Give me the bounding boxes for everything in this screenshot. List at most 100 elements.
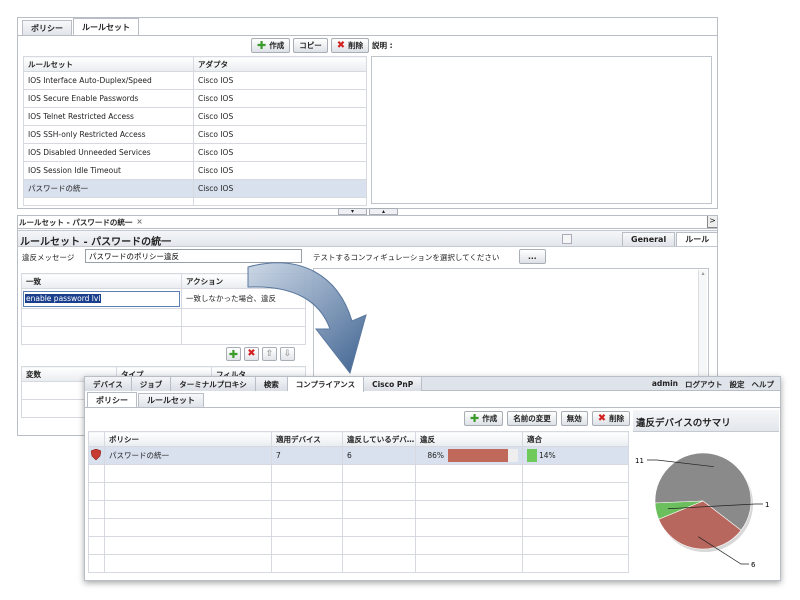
col-action[interactable]: アクション — [181, 273, 306, 289]
logout-link[interactable]: ログアウト — [685, 379, 723, 390]
add-icon[interactable]: ✚ — [226, 347, 241, 361]
empty-cell[interactable] — [271, 536, 343, 555]
table-row[interactable] — [88, 482, 629, 501]
table-row[interactable] — [23, 197, 367, 206]
table-row[interactable] — [88, 500, 629, 519]
splitter-handle[interactable]: ▾ ▴ — [338, 208, 398, 215]
help-link[interactable]: ヘルプ — [752, 379, 775, 390]
rename-button[interactable]: 名前の変更 — [507, 411, 557, 426]
move-up-icon[interactable]: ⇧ — [262, 347, 277, 361]
expand-arrow-icon[interactable]: > — [707, 215, 718, 228]
close-icon[interactable]: × — [136, 217, 142, 228]
main-tab[interactable]: ジョブ — [131, 377, 172, 391]
user-admin-link[interactable]: admin — [652, 379, 678, 390]
empty-cell[interactable] — [415, 554, 523, 573]
empty-cell[interactable] — [104, 518, 272, 537]
empty-cell[interactable] — [193, 197, 367, 206]
table-row[interactable] — [88, 554, 629, 573]
empty-cell[interactable] — [342, 482, 416, 501]
empty-cell[interactable] — [271, 464, 343, 483]
col-compliant[interactable]: 適合 — [522, 431, 629, 447]
empty-cell[interactable] — [415, 482, 523, 501]
delete-button[interactable]: ✖ 削除 — [330, 38, 370, 53]
match-empty-row[interactable] — [21, 326, 182, 345]
empty-cell[interactable] — [522, 536, 629, 555]
subtab-ruleset[interactable]: ルールセット — [138, 393, 204, 407]
ruleset-name-cell[interactable]: パスワードの統一 — [23, 179, 194, 198]
empty-cell[interactable] — [415, 464, 523, 483]
empty-cell[interactable] — [342, 518, 416, 537]
table-row[interactable]: IOS Telnet Restricted Access Cisco IOS — [23, 107, 367, 126]
disable-button[interactable]: 無効 — [560, 411, 588, 426]
adapter-cell[interactable]: Cisco IOS — [193, 71, 367, 90]
main-tab[interactable]: 検索 — [255, 377, 288, 391]
description-textarea[interactable] — [371, 56, 712, 204]
action-cell[interactable]: 一致しなかった場合、違反 — [181, 288, 306, 309]
empty-cell[interactable] — [415, 536, 523, 555]
col-ruleset[interactable]: ルールセット — [23, 56, 194, 72]
collapse-up-icon[interactable]: ▴ — [369, 208, 398, 215]
ruleset-name-cell[interactable]: IOS Interface Auto-Duplex/Speed — [23, 71, 194, 90]
col-adapter[interactable]: アダプタ — [193, 56, 367, 72]
ruleset-name-cell[interactable]: IOS Secure Enable Passwords — [23, 89, 194, 108]
tab-rules[interactable]: ルール — [676, 232, 719, 246]
adapter-cell[interactable]: Cisco IOS — [193, 161, 367, 180]
empty-cell[interactable] — [271, 500, 343, 519]
tab-policy[interactable]: ポリシー — [22, 20, 72, 36]
empty-cell[interactable] — [522, 518, 629, 537]
table-row[interactable]: パスワードの統一 7 6 86% 14% — [88, 446, 629, 465]
empty-cell[interactable] — [342, 554, 416, 573]
ruleset-name-cell[interactable]: IOS Session Idle Timeout — [23, 161, 194, 180]
empty-cell[interactable] — [271, 518, 343, 537]
empty-cell[interactable] — [23, 197, 194, 206]
empty-cell[interactable] — [342, 500, 416, 519]
empty-cell[interactable] — [271, 482, 343, 501]
empty-cell[interactable] — [88, 518, 105, 537]
empty-cell[interactable] — [88, 482, 105, 501]
col-violation[interactable]: 違反 — [415, 431, 523, 447]
action-empty-cell[interactable] — [181, 308, 306, 327]
tab-general[interactable]: General — [622, 232, 676, 246]
empty-cell[interactable] — [104, 464, 272, 483]
select-config-button[interactable]: ... — [519, 249, 546, 264]
table-row[interactable]: IOS Secure Enable Passwords Cisco IOS — [23, 89, 367, 108]
adapter-cell[interactable]: Cisco IOS — [193, 143, 367, 162]
policy-name[interactable]: パスワードの統一 — [104, 446, 272, 465]
table-row[interactable]: IOS SSH-only Restricted Access Cisco IOS — [23, 125, 367, 144]
table-row[interactable] — [88, 518, 629, 537]
main-tab[interactable]: Cisco PnP — [364, 377, 423, 391]
empty-cell[interactable] — [522, 500, 629, 519]
copy-button[interactable]: コピー — [293, 38, 328, 53]
col-applied-devices[interactable]: 適用デバイス — [271, 431, 343, 447]
adapter-cell[interactable]: Cisco IOS — [193, 179, 367, 198]
empty-cell[interactable] — [104, 482, 272, 501]
ruleset-name-cell[interactable]: IOS Disabled Unneeded Services — [23, 143, 194, 162]
move-down-icon[interactable]: ⇩ — [280, 347, 295, 361]
main-tab[interactable]: デバイス — [85, 377, 132, 391]
delete-policy-button[interactable]: ✖ 削除 — [591, 411, 631, 426]
empty-cell[interactable] — [522, 554, 629, 573]
main-tab[interactable]: ターミナルプロキシ — [171, 377, 256, 391]
adapter-cell[interactable]: Cisco IOS — [193, 107, 367, 126]
empty-cell[interactable] — [88, 500, 105, 519]
col-violating-devices[interactable]: 違反しているデバ… — [342, 431, 416, 447]
match-input[interactable]: enable password lvl — [23, 290, 180, 307]
empty-cell[interactable] — [104, 554, 272, 573]
adapter-cell[interactable]: Cisco IOS — [193, 125, 367, 144]
empty-cell[interactable] — [88, 536, 105, 555]
doc-tab[interactable]: ルールセット - パスワードの統一 × — [19, 217, 143, 228]
tab-ruleset[interactable]: ルールセット — [73, 18, 139, 36]
subtab-policy[interactable]: ポリシー — [87, 392, 137, 407]
create-button[interactable]: ✚ 作成 — [251, 38, 291, 53]
settings-link[interactable]: 設定 — [730, 379, 745, 390]
ruleset-name-cell[interactable]: IOS SSH-only Restricted Access — [23, 125, 194, 144]
empty-cell[interactable] — [104, 500, 272, 519]
empty-cell[interactable] — [342, 464, 416, 483]
table-row[interactable]: パスワードの統一 Cisco IOS — [23, 179, 367, 198]
table-row[interactable]: IOS Disabled Unneeded Services Cisco IOS — [23, 143, 367, 162]
table-row[interactable] — [88, 536, 629, 555]
empty-cell[interactable] — [104, 536, 272, 555]
col-policy[interactable]: ポリシー — [104, 431, 272, 447]
main-tab[interactable]: コンプライアンス — [287, 377, 365, 392]
table-row[interactable]: IOS Interface Auto-Duplex/Speed Cisco IOS — [23, 71, 367, 90]
